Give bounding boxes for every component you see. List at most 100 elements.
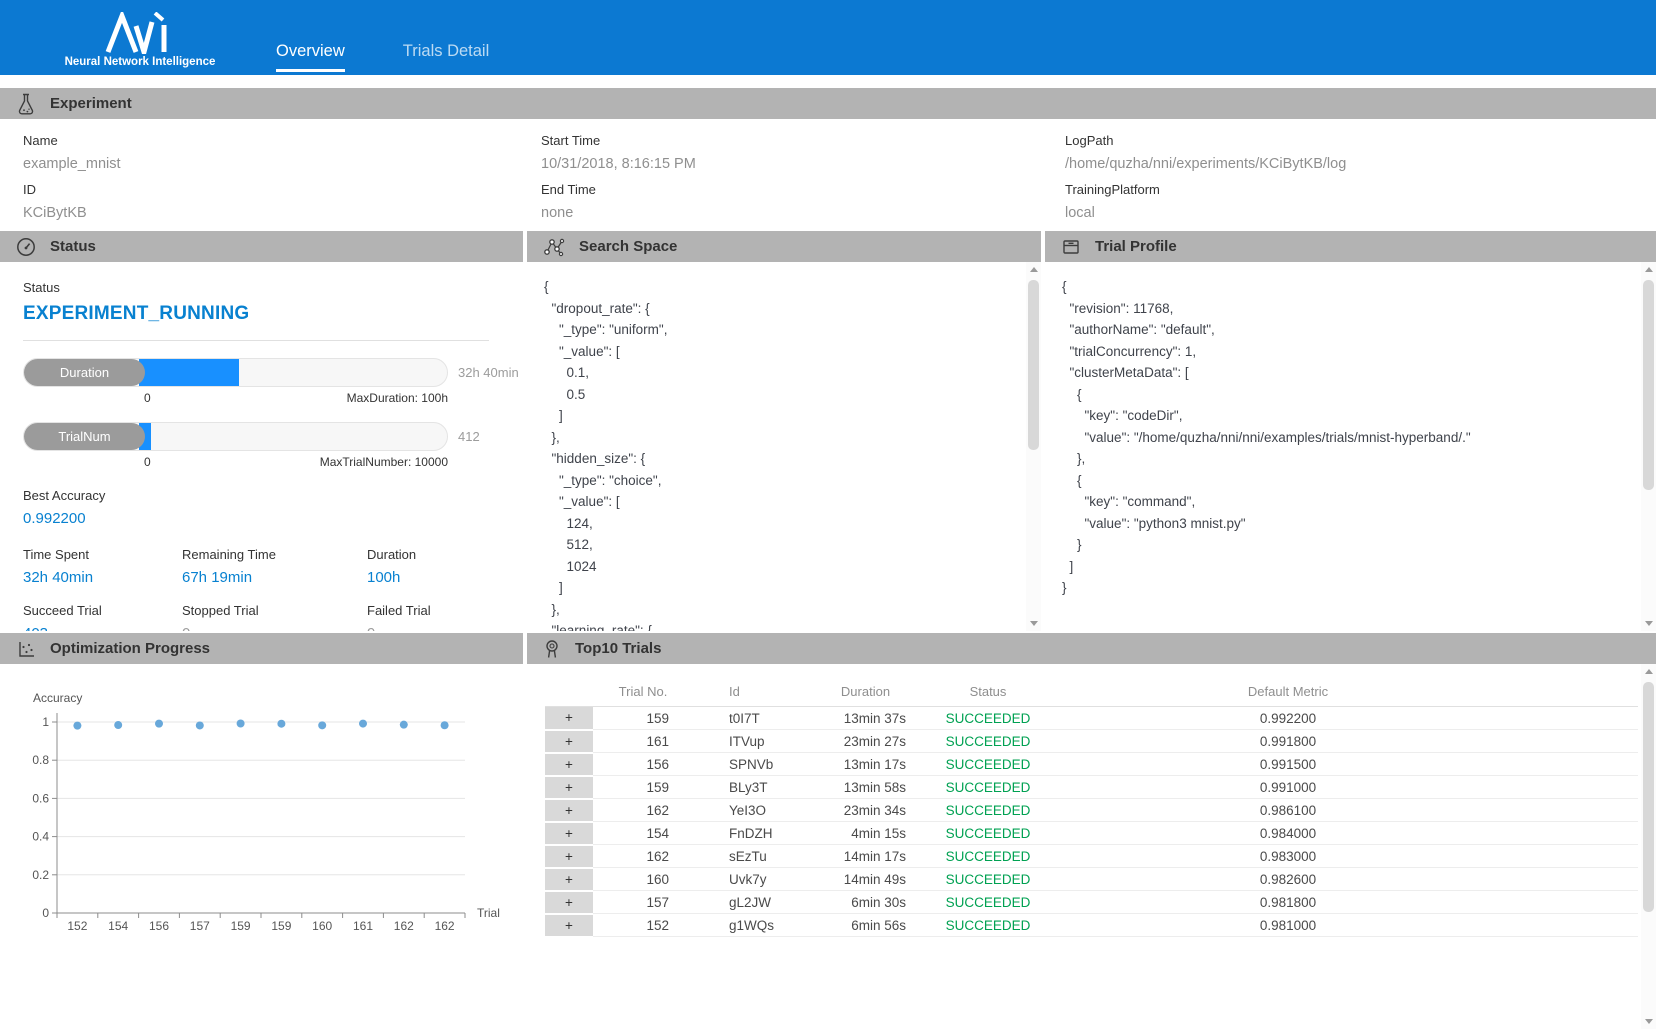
row-filler [1518,891,1638,914]
field-label: End Time [541,182,1065,197]
scrollbar-thumb[interactable] [1028,280,1039,450]
scroll-up-arrow-icon[interactable] [1641,262,1656,277]
y-axis-title: Accuracy [33,691,82,705]
trial-profile-scrollbar[interactable] [1641,262,1656,631]
row-filler [1518,730,1638,753]
section-title: Top10 Trials [575,640,661,657]
stat-label: Failed Trial [367,603,523,618]
trial-row: +162YeI3O23min 34sSUCCEEDED0.986100 [545,799,1638,822]
cell-id: ITVup [693,730,813,753]
scatter-point [400,721,408,729]
scroll-down-arrow-icon[interactable] [1641,616,1656,631]
cell-status: SUCCEEDED [918,914,1058,937]
row-filler [1518,868,1638,891]
trial-row: +154FnDZH4min 15sSUCCEEDED0.984000 [545,822,1638,845]
tab-overview[interactable]: Overview [276,42,345,72]
scatter-point [114,721,122,729]
search-space-section-header: Search Space [527,231,1041,262]
expand-button[interactable]: + [545,730,593,753]
expand-button[interactable]: + [545,891,593,914]
field-label: ID [23,182,541,197]
col-header-id: Id [693,680,813,707]
scatter-point [237,719,245,727]
cell-duration: 6min 30s [813,891,918,914]
best-accuracy-label: Best Accuracy [23,488,523,503]
field-value: example_mnist [23,156,541,172]
section-title: Optimization Progress [50,640,210,657]
scatter-point [196,721,204,729]
expand-button[interactable]: + [545,845,593,868]
scroll-down-arrow-icon[interactable] [1641,1014,1656,1029]
nni-logo [103,12,177,54]
cell-duration: 13min 17s [813,753,918,776]
cell-trial_no: 157 [593,891,693,914]
expand-button[interactable]: + [545,707,593,730]
experiment-column-1: Nameexample_mnistIDKCiBytKB [23,123,541,221]
cell-metric: 0.981800 [1058,891,1518,914]
cell-metric: 0.991800 [1058,730,1518,753]
cell-status: SUCCEEDED [918,799,1058,822]
search-space-code: { "dropout_rate": { "_type": "uniform", … [527,262,1041,631]
expand-button[interactable]: + [545,914,593,937]
trial-row: +162sEzTu14min 17sSUCCEEDED0.983000 [545,845,1638,868]
cell-metric: 0.986100 [1058,799,1518,822]
y-tick-label: 0.2 [32,868,49,882]
experiment-column-3: LogPath/home/quzha/nni/experiments/KCiBy… [1065,123,1656,221]
scatter-plot-icon [16,639,36,659]
top10-scrollbar[interactable] [1641,664,1656,1029]
scale-max: MaxDuration: 100h [347,391,448,405]
scrollbar-thumb[interactable] [1643,682,1654,912]
trial-profile-section-header: Trial Profile [1045,231,1656,262]
experiment-column-2: Start Time10/31/2018, 8:16:15 PMEnd Time… [541,123,1065,221]
tab-trials-detail[interactable]: Trials Detail [403,42,490,75]
stat-value: 67h 19min [182,569,367,586]
expand-button[interactable]: + [545,776,593,799]
search-space-icon [543,237,565,257]
cell-trial_no: 162 [593,799,693,822]
cell-duration: 13min 37s [813,707,918,730]
cell-id: FnDZH [693,822,813,845]
field-value: 10/31/2018, 8:16:15 PM [541,156,1065,172]
scale-min: 0 [144,391,151,405]
row-filler [1518,753,1638,776]
progress-value: 412 [458,429,480,444]
expand-button[interactable]: + [545,868,593,891]
x-tick-label: 157 [190,919,210,933]
cell-metric: 0.982600 [1058,868,1518,891]
section-title: Status [50,238,96,255]
field-label: TrainingPlatform [1065,182,1656,197]
expand-button[interactable]: + [545,753,593,776]
gauge-icon [16,237,36,257]
progress-track: Duration [23,358,448,387]
stat-value: 0 [182,625,367,631]
bottom-panels: Optimization Progress Accuracy10.80.60.4… [0,633,1656,1029]
cell-metric: 0.981000 [1058,914,1518,937]
row-filler [1518,845,1638,868]
x-tick-label: 161 [353,919,373,933]
scrollbar-thumb[interactable] [1643,280,1654,490]
scroll-up-arrow-icon[interactable] [1641,664,1656,679]
cell-metric: 0.991000 [1058,776,1518,799]
cell-status: SUCCEEDED [918,707,1058,730]
scatter-point [73,722,81,730]
scroll-up-arrow-icon[interactable] [1026,262,1041,277]
trial-profile-panel: Trial Profile { "revision": 11768, "auth… [1045,231,1656,631]
progress-label: Duration [24,359,145,386]
brand[interactable]: Neural Network Intelligence [64,12,216,75]
progress-scale: 0 MaxDuration: 100h [144,391,448,405]
scatter-point [441,721,449,729]
nni-dashboard: Neural Network Intelligence Overview Tria… [0,0,1656,1029]
x-tick-label: 159 [231,919,251,933]
status-value: EXPERIMENT_RUNNING [23,303,523,325]
field-value: none [541,205,1065,221]
expand-button[interactable]: + [545,822,593,845]
x-tick-label: 152 [67,919,87,933]
status-section-header: Status [0,231,523,262]
row-filler [1518,707,1638,730]
field-label: Name [23,133,541,148]
cell-trial_no: 152 [593,914,693,937]
search-space-scrollbar[interactable] [1026,262,1041,631]
scroll-down-arrow-icon[interactable] [1026,616,1041,631]
expand-button[interactable]: + [545,799,593,822]
top10-section-header: Top10 Trials [527,633,1656,664]
